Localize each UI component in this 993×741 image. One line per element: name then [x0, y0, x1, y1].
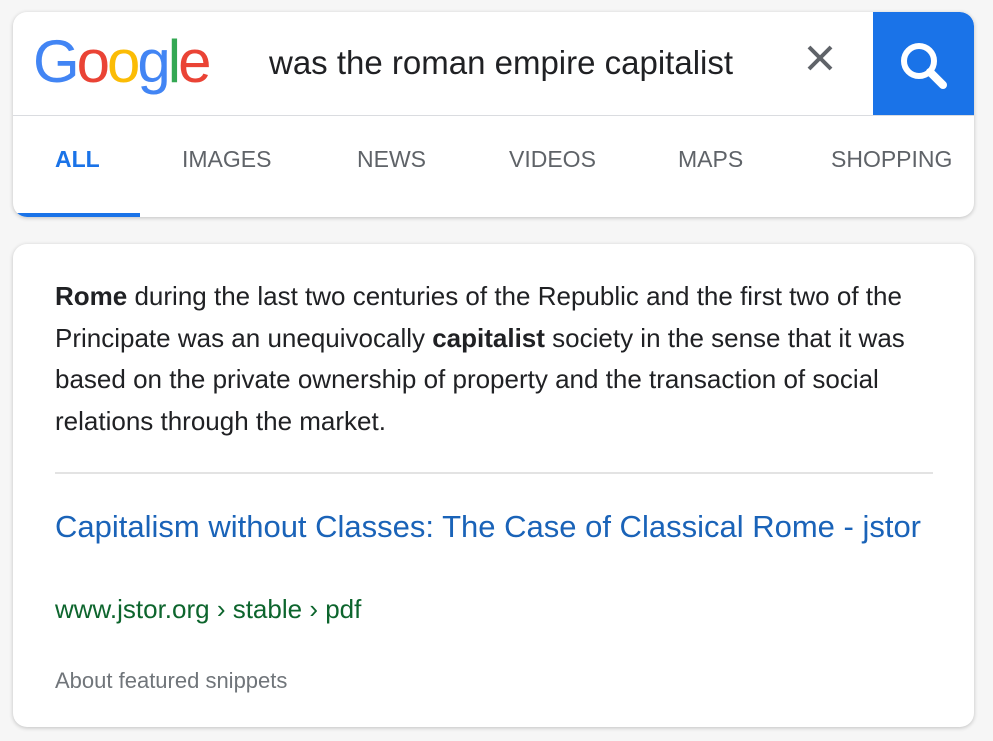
- close-icon: [807, 45, 833, 71]
- logo-letter: e: [178, 28, 211, 95]
- clear-search-button[interactable]: [798, 36, 842, 80]
- search-bar: Google was the roman empire capitalist: [13, 12, 974, 116]
- logo-letter: o: [76, 28, 110, 95]
- featured-snippet-card: Rome during the last two centuries of th…: [13, 244, 974, 727]
- logo-letter: G: [33, 28, 80, 95]
- search-header-card: Google was the roman empire capitalist A…: [13, 12, 974, 217]
- snippet-bold-term: Rome: [55, 281, 128, 311]
- logo-letter: g: [137, 28, 170, 95]
- result-url[interactable]: www.jstor.org › stable › pdf: [55, 592, 361, 626]
- about-featured-snippets-link[interactable]: About featured snippets: [55, 666, 287, 696]
- search-input[interactable]: was the roman empire capitalist: [269, 42, 733, 84]
- search-icon: [901, 43, 947, 89]
- logo-letter: l: [167, 28, 181, 95]
- tab-maps[interactable]: MAPS: [678, 144, 743, 174]
- search-tabs: ALL IMAGES NEWS VIDEOS MAPS SHOPPING: [13, 116, 974, 217]
- result-title-link[interactable]: Capitalism without Classes: The Case of …: [55, 506, 935, 548]
- snippet-bold-term: capitalist: [432, 322, 545, 353]
- divider: [55, 472, 933, 474]
- active-tab-indicator: [13, 213, 140, 217]
- tab-news[interactable]: NEWS: [357, 144, 426, 174]
- google-logo[interactable]: Google: [33, 27, 212, 97]
- snippet-text: Rome during the last two centuries of th…: [55, 276, 935, 442]
- tab-shopping[interactable]: SHOPPING: [831, 144, 952, 174]
- tab-videos[interactable]: VIDEOS: [509, 144, 596, 174]
- search-button[interactable]: [873, 12, 974, 115]
- tab-images[interactable]: IMAGES: [182, 144, 271, 174]
- tab-all[interactable]: ALL: [55, 144, 100, 174]
- logo-letter: o: [107, 28, 140, 95]
